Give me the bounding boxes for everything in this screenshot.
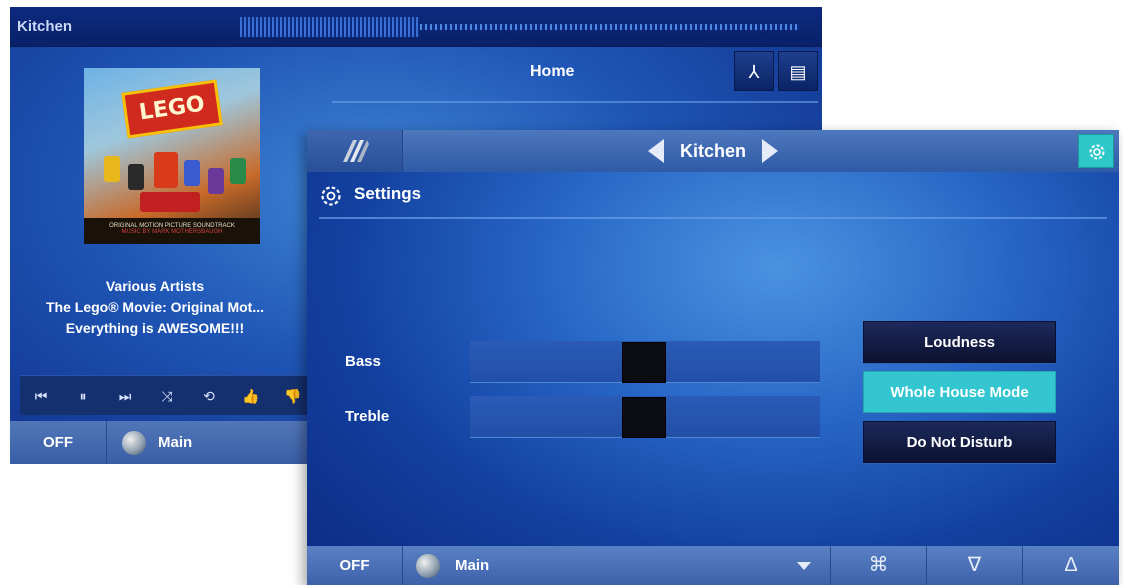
power-off-button[interactable]: OFF [307, 546, 403, 585]
next-room-button[interactable] [762, 139, 778, 163]
volume-up-icon: Δ [1064, 554, 1078, 576]
queue-button[interactable]: ▤ [778, 51, 818, 91]
divider [319, 217, 1107, 219]
footer-bar: OFF Main ⌘ ∇ Δ [307, 546, 1119, 585]
room-name: Kitchen [17, 18, 73, 35]
loudness-button[interactable]: Loudness [863, 321, 1056, 363]
volume-down-button[interactable]: ∇ [926, 546, 1022, 585]
gear-icon [321, 186, 341, 206]
page-title: Home [530, 63, 575, 80]
figure-shape [140, 192, 200, 212]
next-icon[interactable]: ⏭ [104, 376, 146, 416]
figure-shape [208, 168, 224, 194]
mute-button[interactable]: ⌘ [830, 546, 926, 585]
whole-house-mode-button[interactable]: Whole House Mode [863, 371, 1056, 413]
mute-icon: ⌘ [868, 554, 889, 576]
treble-slider-thumb[interactable] [622, 397, 666, 438]
level-meter-track [420, 24, 800, 30]
previous-room-button[interactable] [648, 139, 664, 163]
figure-shape [154, 152, 178, 188]
volume-down-icon: ∇ [967, 554, 982, 576]
source-name[interactable]: Main [455, 546, 489, 585]
artist-name: Various Artists [105, 278, 205, 294]
source-icon[interactable] [416, 554, 440, 578]
divider [332, 101, 818, 103]
bass-slider[interactable] [470, 341, 820, 383]
album-art[interactable]: LEGO ORIGINAL MOTION PICTURE SOUNDTRACK … [84, 68, 260, 244]
album-logo: LEGO [121, 79, 223, 139]
home-button[interactable] [307, 130, 403, 172]
title-bar: Kitchen [10, 7, 822, 47]
bass-label: Bass [345, 353, 381, 370]
album-name: The Lego® Movie: Original Mot... [46, 299, 264, 315]
pause-icon[interactable]: ⏸ [62, 376, 104, 416]
source-dropdown-icon[interactable] [797, 562, 811, 570]
transport-controls: ⏮ ⏸ ⏭ ⤨ ⟲ 👍 👎 [20, 375, 320, 415]
room-title: Kitchen [679, 141, 746, 161]
repeat-icon[interactable]: ⟲ [188, 376, 230, 416]
page-title: Settings [354, 184, 422, 203]
settings-button[interactable] [1078, 134, 1114, 168]
do-not-disturb-button[interactable]: Do Not Disturb [863, 421, 1056, 463]
figure-shape [230, 158, 246, 184]
shuffle-icon[interactable]: ⤨ [146, 376, 188, 416]
power-off-button[interactable]: OFF [10, 421, 107, 464]
source-icon[interactable] [122, 431, 146, 455]
song-name: Everything is AWESOME!!! [65, 320, 245, 336]
figure-shape [184, 160, 200, 186]
treble-slider[interactable] [470, 396, 820, 438]
header-bar: Kitchen [307, 130, 1119, 172]
treble-label: Treble [345, 408, 390, 425]
bass-slider-thumb[interactable] [622, 342, 666, 383]
gear-icon [1089, 144, 1105, 160]
zones-button[interactable]: ⅄ [734, 51, 774, 91]
source-name[interactable]: Main [158, 421, 192, 464]
list-icon: ▤ [789, 62, 807, 82]
figure-shape [104, 156, 120, 182]
zones-icon: ⅄ [748, 62, 760, 82]
album-caption: ORIGINAL MOTION PICTURE SOUNDTRACK MUSIC… [84, 218, 260, 244]
album-caption-line2: MUSIC BY MARK MOTHERSBAUGH [121, 229, 223, 235]
volume-up-button[interactable]: Δ [1022, 546, 1119, 585]
previous-icon[interactable]: ⏮ [20, 376, 62, 416]
figure-shape [128, 164, 144, 190]
brand-logo-icon [343, 140, 369, 162]
level-meter [240, 17, 420, 37]
thumbs-up-icon[interactable]: 👍 [230, 376, 272, 416]
settings-screen-panel: Kitchen Settings Bass Treble Loudness Wh… [307, 130, 1119, 585]
